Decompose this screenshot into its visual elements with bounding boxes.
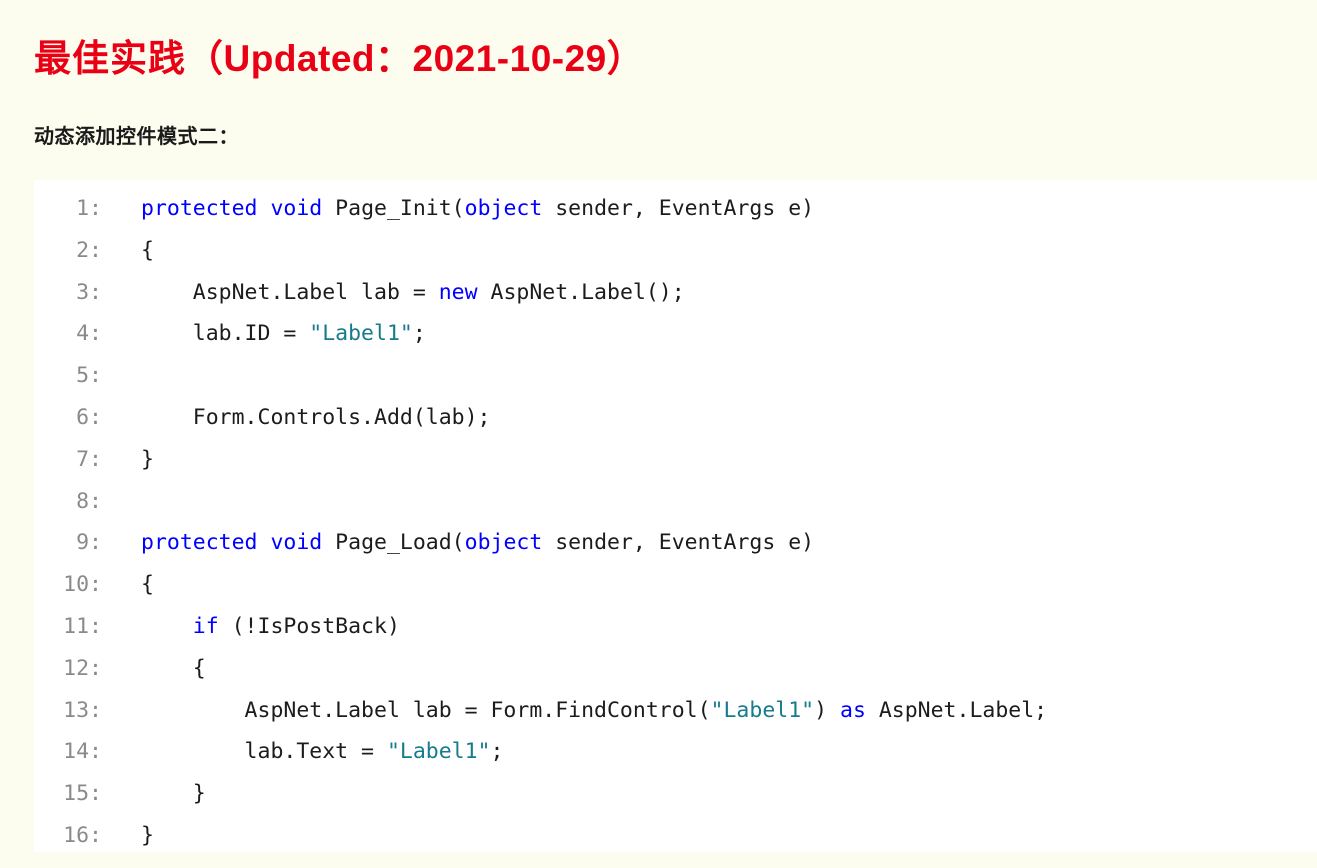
code-token-kw: new xyxy=(438,279,478,305)
code-token-pln: AspNet.Label lab = xyxy=(141,279,439,305)
line-number: 13: xyxy=(63,697,102,723)
code-token-pln: ; xyxy=(412,321,426,347)
line-number: 4: xyxy=(76,321,102,347)
code-token-pln: Page_Init( xyxy=(322,196,465,221)
code-line: 14: lab.Text = "Label1"; xyxy=(34,731,1317,773)
line-content: AspNet.Label lab = Form.FindControl("Lab… xyxy=(108,690,1317,732)
page-title: 最佳实践（Updated：2021-10-29） xyxy=(34,38,644,81)
code-line: 12: { xyxy=(34,648,1317,690)
code-line: 7:} xyxy=(34,439,1317,481)
code-line: 6: Form.Controls.Add(lab); xyxy=(34,397,1317,439)
code-token-pln: AspNet.Label; xyxy=(865,697,1048,723)
page-title-updated: （Updated：2021-10-29） xyxy=(186,38,645,79)
code-token-pln xyxy=(258,196,271,221)
line-content: } xyxy=(108,773,1317,815)
code-token-pln: } xyxy=(141,781,206,807)
code-token-kw: void xyxy=(270,530,323,556)
line-content: Form.Controls.Add(lab); xyxy=(108,397,1317,439)
line-content: protected void Page_Init(object sender, … xyxy=(108,188,1317,230)
code-line: 2: { xyxy=(34,230,1317,272)
line-number: 10: xyxy=(63,572,102,598)
code-token-pln: { xyxy=(141,237,154,263)
left-gutter xyxy=(0,180,34,852)
code-token-kw: as xyxy=(840,697,866,723)
line-content: { xyxy=(108,230,1317,272)
line-content: } xyxy=(108,815,1317,852)
code-token-str: "Label1" xyxy=(386,739,491,765)
line-content: lab.Text = "Label1"; xyxy=(108,731,1317,773)
code-token-pln: sender, EventArgs e) xyxy=(542,196,815,221)
code-token-kw: protected xyxy=(141,196,258,221)
code-token-pln: } xyxy=(141,822,154,848)
code-token-pln: { xyxy=(141,655,206,681)
line-number: 5: xyxy=(76,363,102,389)
line-number: 15: xyxy=(63,781,102,807)
page-subtitle: 动态添加控件模式二： xyxy=(34,126,239,148)
code-token-str: "Label1" xyxy=(309,321,413,347)
code-token-pln: Form.Controls.Add(lab); xyxy=(141,404,491,430)
code-line: 16:} xyxy=(34,815,1317,852)
code-token-kw: void xyxy=(270,196,323,221)
code-token-kw: object xyxy=(464,530,543,556)
code-token-pln: } xyxy=(141,446,154,472)
code-token-pln: sender, EventArgs e) xyxy=(542,530,815,556)
footer-band xyxy=(0,852,1317,868)
code-token-pln: lab.Text = xyxy=(141,739,387,765)
code-token-pln: ) xyxy=(814,697,840,723)
code-token-pln: Page_Load( xyxy=(322,530,465,556)
code-line: 13: AspNet.Label lab = Form.FindControl(… xyxy=(34,690,1317,732)
line-number: 11: xyxy=(63,613,102,639)
page-title-chinese: 最佳实践 xyxy=(34,38,186,79)
code-token-pln xyxy=(141,614,193,639)
line-content: { xyxy=(108,564,1317,606)
code-token-str: "Label1" xyxy=(710,697,815,723)
line-number: 12: xyxy=(63,655,102,681)
code-token-pln: (!IsPostBack) xyxy=(218,613,400,639)
line-number: 9: xyxy=(76,530,102,556)
code-line: 4: lab.ID = "Label1"; xyxy=(34,313,1317,355)
code-block: 1: protected void Page_Init(object sender… xyxy=(34,180,1317,852)
line-content: } xyxy=(108,439,1317,481)
code-line: 15: } xyxy=(34,773,1317,815)
code-line: 5: xyxy=(34,355,1317,397)
line-content: { xyxy=(108,648,1317,690)
line-content: lab.ID = "Label1"; xyxy=(108,313,1317,355)
line-content: protected void Page_Load(object sender, … xyxy=(108,522,1317,564)
code-line: 10: { xyxy=(34,564,1317,606)
code-token-pln: { xyxy=(141,572,154,598)
code-line: 3: AspNet.Label lab = new AspNet.Label()… xyxy=(34,272,1317,314)
line-number: 8: xyxy=(76,488,102,514)
code-token-pln xyxy=(258,530,271,555)
code-token-pln: lab.ID = xyxy=(141,321,310,347)
code-line: 1: protected void Page_Init(object sender… xyxy=(34,188,1317,230)
line-number: 3: xyxy=(76,279,102,305)
line-number: 2: xyxy=(76,237,102,263)
code-token-kw: protected xyxy=(141,530,258,556)
code-token-kw: object xyxy=(464,196,543,221)
line-content: if (!IsPostBack) xyxy=(108,606,1317,648)
line-number: 1: xyxy=(76,196,102,221)
code-token-pln: AspNet.Label lab = Form.FindControl( xyxy=(141,697,711,723)
code-lines: 1: protected void Page_Init(object sender… xyxy=(34,188,1317,852)
code-token-pln: ; xyxy=(490,739,504,765)
code-token-kw: if xyxy=(192,613,219,639)
header-band: 最佳实践（Updated：2021-10-29） 动态添加控件模式二： xyxy=(0,0,1317,180)
code-line: 8: xyxy=(34,481,1317,523)
code-line: 9: protected void Page_Load(object sender… xyxy=(34,522,1317,564)
line-number: 6: xyxy=(76,404,102,430)
line-number: 16: xyxy=(63,822,102,848)
line-number: 14: xyxy=(63,739,102,765)
line-number: 7: xyxy=(76,446,102,472)
code-token-pln: AspNet.Label(); xyxy=(477,279,685,305)
line-content: AspNet.Label lab = new AspNet.Label(); xyxy=(108,272,1317,314)
code-line: 11: if (!IsPostBack) xyxy=(34,606,1317,648)
